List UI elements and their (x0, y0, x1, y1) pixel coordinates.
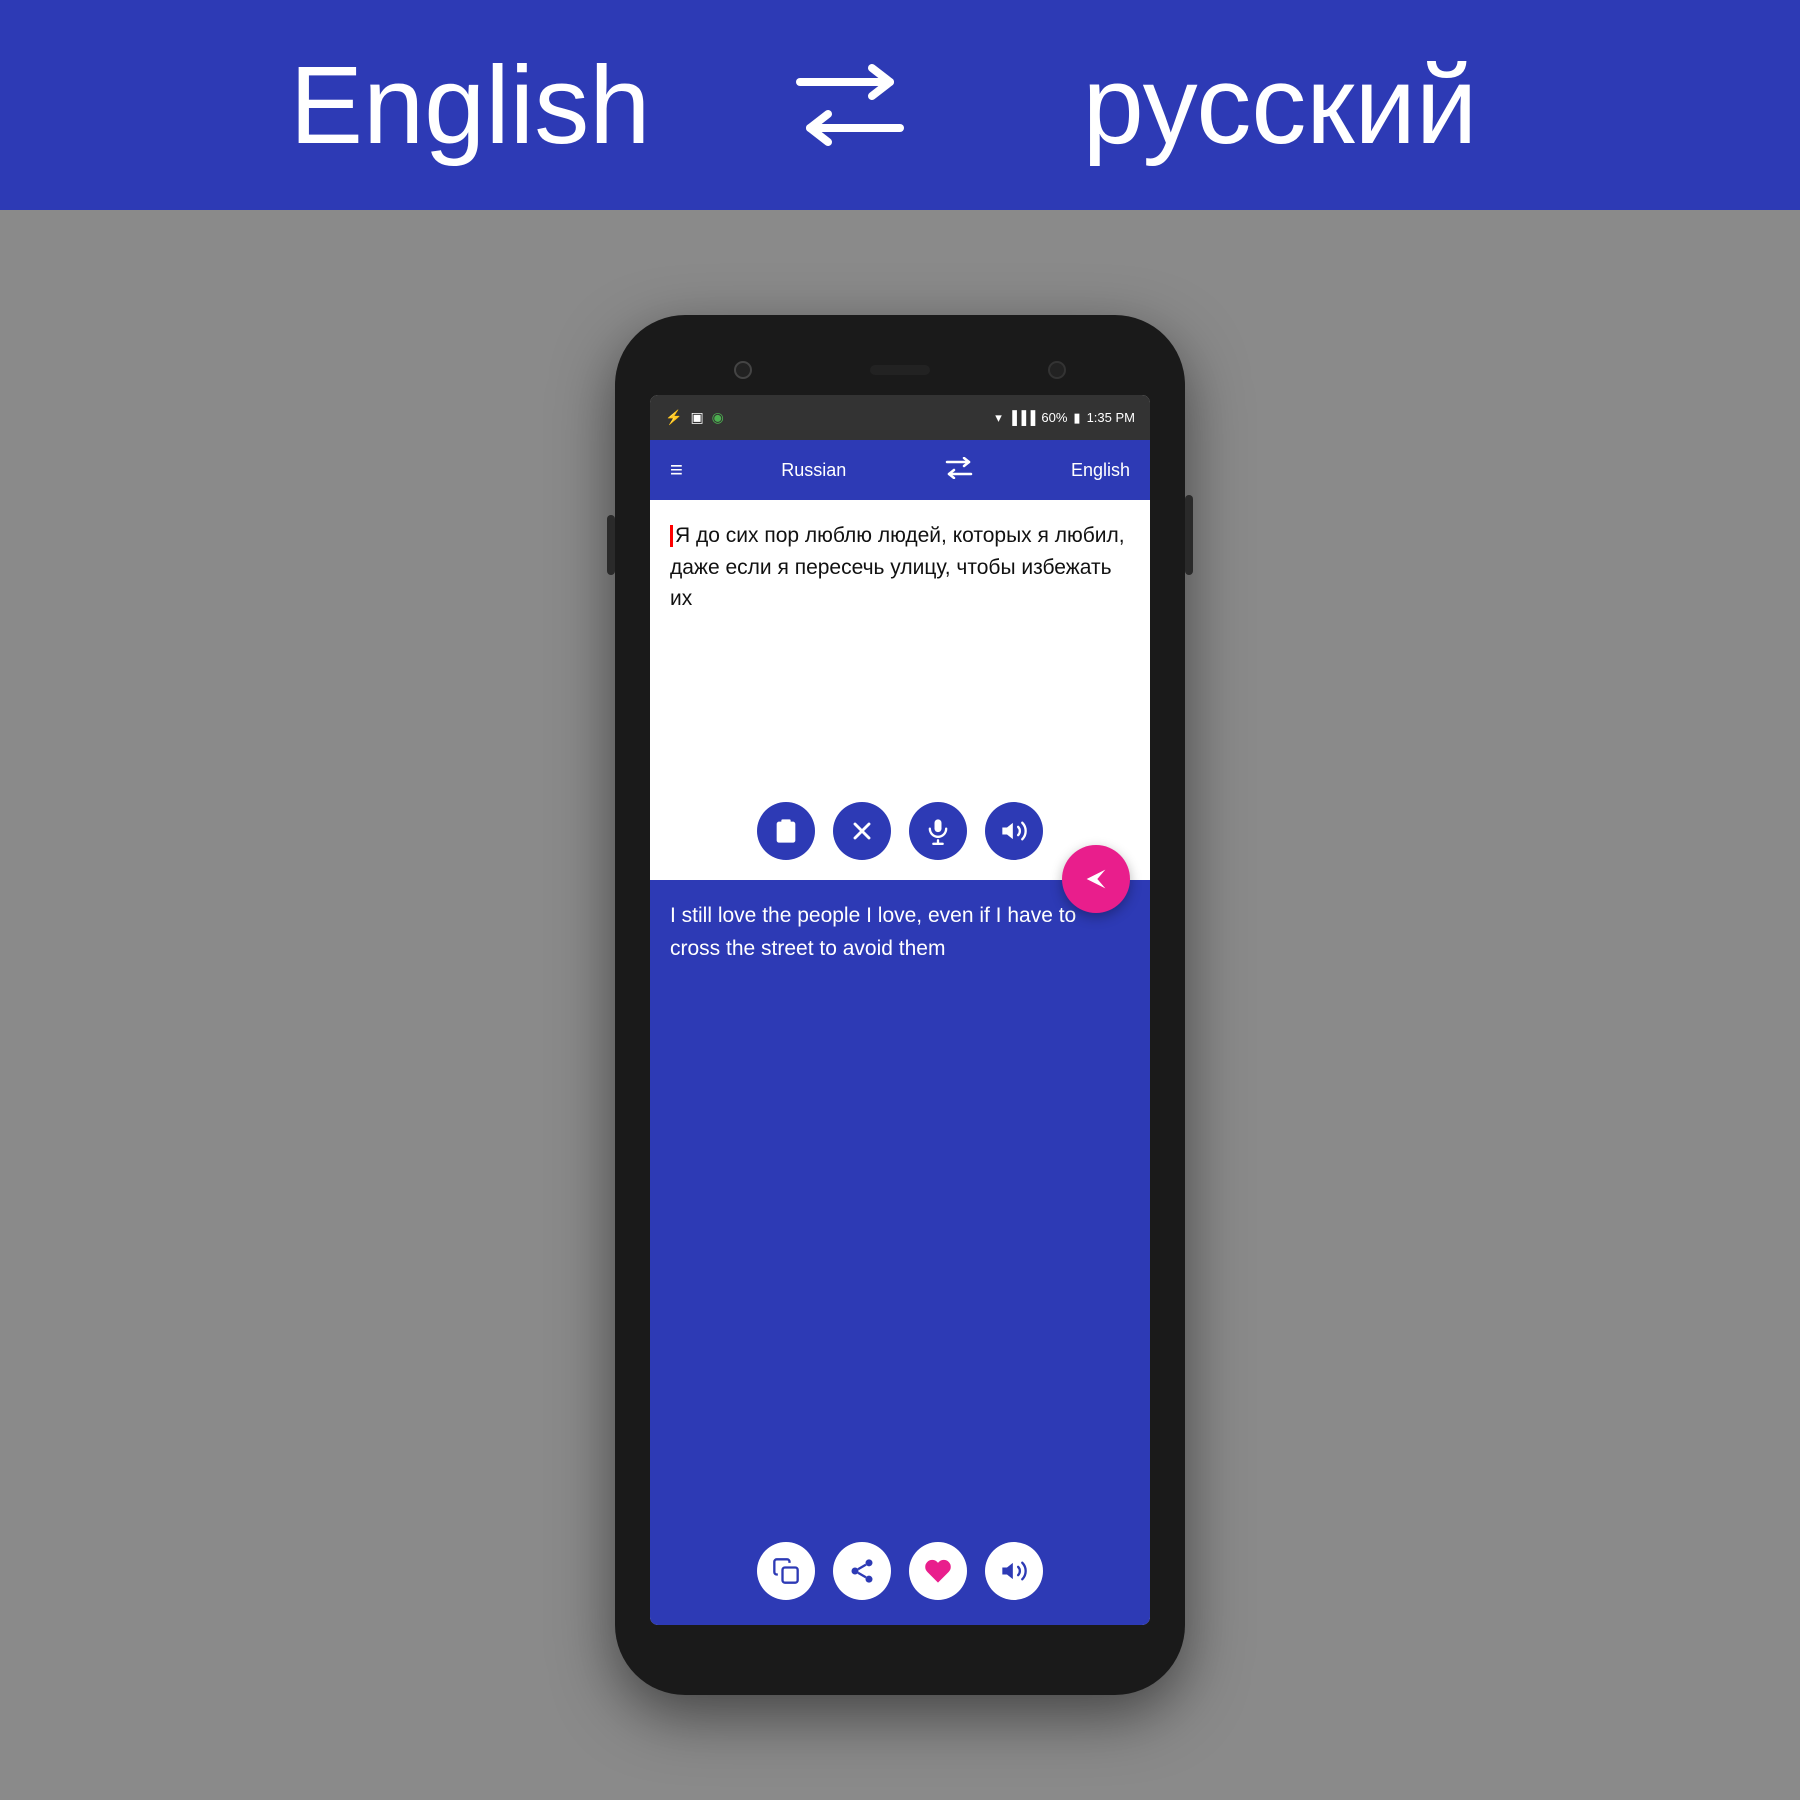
source-action-buttons (670, 792, 1130, 865)
phone-volume-button (607, 515, 615, 575)
banner-target-lang[interactable]: русский (930, 42, 1630, 169)
screenshot-icon: ▣ (690, 409, 703, 426)
background-area: ⚡ ▣ ◉ ▾ ▐▐▐ 60% ▮ 1:35 PM ≡ Russian (0, 210, 1800, 1800)
text-cursor (670, 525, 673, 547)
translation-speaker-button[interactable] (985, 1542, 1043, 1600)
translation-action-buttons (670, 1532, 1130, 1610)
signal-icon: ▐▐▐ (1008, 410, 1036, 425)
source-text-area[interactable]: Я до сих пор люблю людей, которых я люби… (650, 500, 1150, 880)
status-bar: ⚡ ▣ ◉ ▾ ▐▐▐ 60% ▮ 1:35 PM (650, 395, 1150, 440)
phone-power-button (1185, 495, 1193, 575)
phone-frame: ⚡ ▣ ◉ ▾ ▐▐▐ 60% ▮ 1:35 PM ≡ Russian (615, 315, 1185, 1695)
phone-front-camera (734, 361, 752, 379)
battery-icon: ▮ (1073, 410, 1080, 426)
favorite-button[interactable] (909, 1542, 967, 1600)
wifi-icon: ▾ (995, 410, 1002, 426)
status-left-icons: ⚡ ▣ ◉ (665, 409, 724, 426)
status-time: 1:35 PM (1087, 410, 1135, 425)
usb-icon: ⚡ (665, 409, 682, 426)
translation-output-text: I still love the people I love, even if … (670, 900, 1130, 1532)
translation-area: I still love the people I love, even if … (650, 880, 1150, 1625)
toolbar-target-lang[interactable]: English (1071, 460, 1130, 481)
source-input-text[interactable]: Я до сих пор люблю людей, которых я люби… (670, 520, 1130, 792)
clear-button[interactable] (833, 802, 891, 860)
phone-earpiece (870, 365, 930, 375)
battery-percent: 60% (1041, 410, 1067, 425)
share-button[interactable] (833, 1542, 891, 1600)
clipboard-button[interactable] (757, 802, 815, 860)
toolbar-source-lang[interactable]: Russian (781, 460, 846, 481)
banner-swap-icon[interactable] (770, 55, 930, 155)
gps-icon: ◉ (712, 409, 724, 426)
phone-screen: ⚡ ▣ ◉ ▾ ▐▐▐ 60% ▮ 1:35 PM ≡ Russian (650, 395, 1150, 1625)
banner-source-lang[interactable]: English (170, 42, 770, 169)
toolbar-swap-icon[interactable] (945, 457, 973, 484)
mic-button[interactable] (909, 802, 967, 860)
status-right-info: ▾ ▐▐▐ 60% ▮ 1:35 PM (995, 410, 1135, 426)
copy-button[interactable] (757, 1542, 815, 1600)
phone-sensor (1048, 361, 1066, 379)
source-speaker-button[interactable] (985, 802, 1043, 860)
menu-icon[interactable]: ≡ (670, 459, 683, 481)
app-toolbar: ≡ Russian English (650, 440, 1150, 500)
send-button[interactable] (1062, 845, 1130, 913)
phone-top-bar (615, 345, 1185, 395)
top-banner: English русский (0, 0, 1800, 210)
